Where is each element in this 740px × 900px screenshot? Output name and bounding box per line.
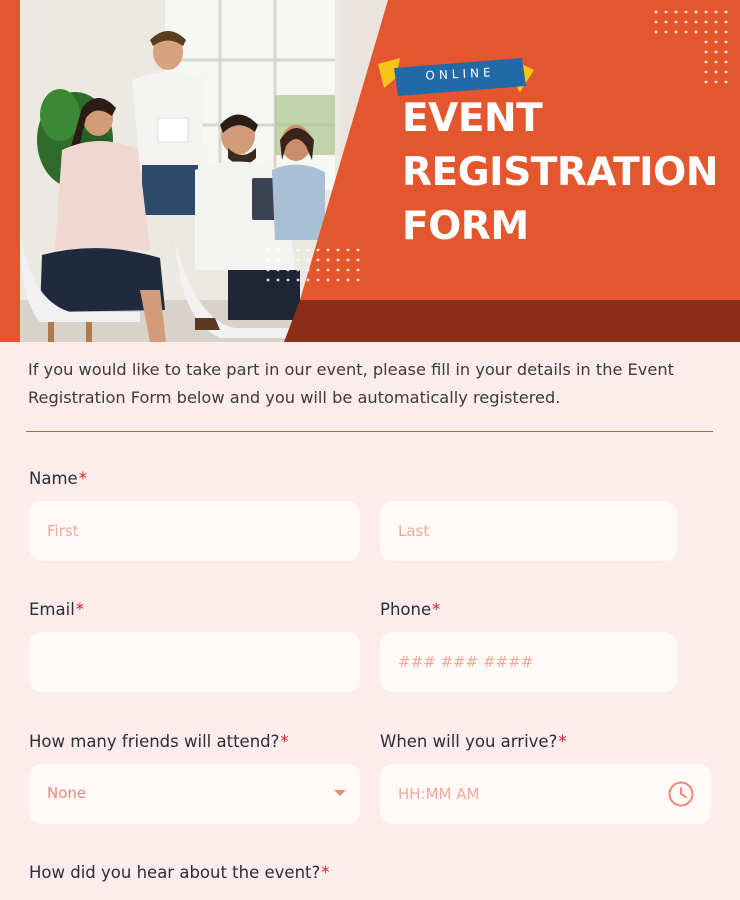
hero-banner: ONLINE EVENT REGISTRATION FORM	[0, 0, 740, 342]
friends-select[interactable]: None	[29, 764, 360, 824]
arrival-label: When will you arrive?*	[380, 732, 567, 751]
hero-title-line-3: FORM	[402, 204, 529, 249]
required-mark: *	[280, 732, 289, 751]
chevron-down-icon[interactable]	[334, 790, 346, 796]
required-mark: *	[321, 863, 330, 882]
required-mark: *	[78, 469, 87, 488]
friends-label-text: How many friends will attend?	[29, 732, 280, 751]
required-mark: *	[75, 600, 85, 619]
email-label-text: Email	[29, 600, 75, 619]
first-name-input[interactable]	[29, 501, 360, 561]
intro-text: If you would like to take part in our ev…	[28, 360, 674, 407]
friends-label: How many friends will attend?*	[29, 732, 289, 751]
phone-input[interactable]	[380, 632, 677, 692]
phone-label: Phone*	[380, 600, 440, 619]
phone-field[interactable]	[380, 632, 677, 692]
hero-title-line-2: REGISTRATION	[402, 150, 718, 195]
divider	[26, 431, 713, 432]
name-label: Name*	[29, 469, 87, 488]
last-name-field[interactable]	[380, 501, 677, 561]
hero-title-line-1: EVENT	[402, 96, 543, 141]
name-label-text: Name	[29, 469, 78, 488]
email-label: Email*	[29, 600, 84, 619]
hero-title: EVENT REGISTRATION FORM	[402, 92, 732, 254]
required-mark: *	[432, 600, 441, 619]
source-label-text: How did you hear about the event?	[29, 863, 321, 882]
first-name-field[interactable]	[29, 501, 360, 561]
friends-select-value: None	[47, 784, 87, 802]
last-name-input[interactable]	[380, 501, 677, 561]
arrival-label-text: When will you arrive?	[380, 732, 558, 751]
email-field[interactable]	[29, 632, 360, 692]
email-input[interactable]	[29, 632, 360, 692]
phone-label-text: Phone	[380, 600, 432, 619]
arrival-time-field[interactable]	[380, 764, 711, 824]
clock-icon[interactable]	[667, 780, 695, 808]
source-label: How did you hear about the event?*	[29, 863, 330, 882]
required-mark: *	[558, 732, 567, 751]
arrival-time-input[interactable]	[380, 764, 711, 824]
